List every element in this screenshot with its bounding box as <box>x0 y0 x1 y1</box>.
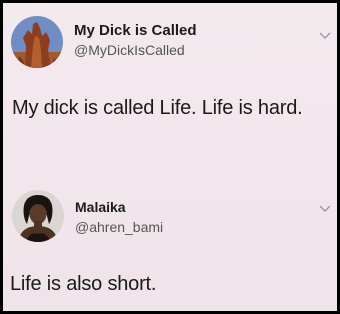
display-name[interactable]: My Dick is Called <box>74 22 197 39</box>
tweet-text: My dick is called Life. Life is hard. <box>12 97 303 119</box>
chevron-down-icon[interactable] <box>319 30 331 40</box>
screenshot-frame: My Dick is Called @MyDickIsCalled My dic… <box>3 3 337 311</box>
user-handle[interactable]: @MyDickIsCalled <box>74 42 185 58</box>
tweet: My Dick is Called @MyDickIsCalled My dic… <box>3 3 337 153</box>
rock-formation-avatar-icon <box>11 16 63 68</box>
tweet-text: Life is also short. <box>10 273 157 295</box>
tweet: Malaika @ahren_bami Life is also short. <box>3 181 337 311</box>
avatar[interactable] <box>12 190 64 242</box>
avatar[interactable] <box>11 16 63 68</box>
display-name[interactable]: Malaika <box>75 199 126 215</box>
chevron-down-icon[interactable] <box>319 203 331 213</box>
profile-photo-avatar-icon <box>12 190 64 242</box>
user-handle[interactable]: @ahren_bami <box>75 219 163 235</box>
